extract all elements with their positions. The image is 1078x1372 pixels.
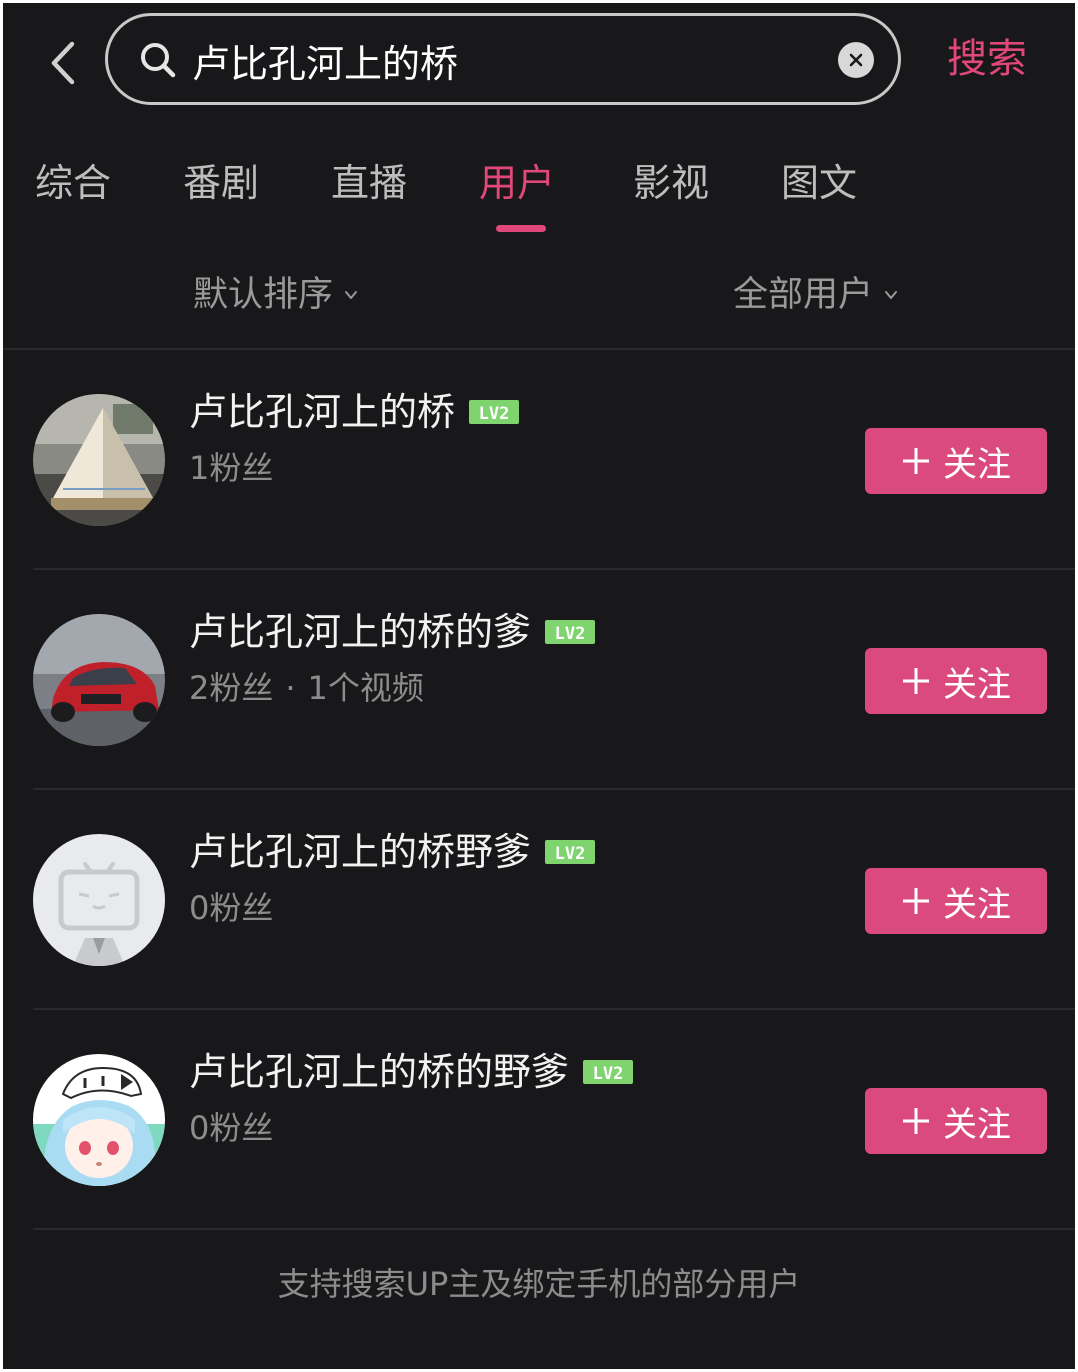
divider bbox=[33, 1228, 1075, 1230]
user-list-item[interactable]: 卢比孔河上的桥的野爹 LV2 0粉丝 关注 bbox=[3, 1010, 1075, 1230]
anime-girl-avatar bbox=[33, 1054, 165, 1186]
user-name[interactable]: 卢比孔河上的桥 LV2 bbox=[189, 386, 520, 438]
chevron-down-icon bbox=[345, 291, 358, 299]
user-name[interactable]: 卢比孔河上的桥的爹 LV2 bbox=[189, 606, 596, 658]
follow-button[interactable]: 关注 bbox=[865, 428, 1047, 494]
avatar[interactable] bbox=[33, 834, 165, 966]
svg-text:LV2: LV2 bbox=[479, 404, 510, 424]
user-list-item[interactable]: 卢比孔河上的桥 LV2 1粉丝 关注 bbox=[3, 350, 1075, 570]
user-name-text: 卢比孔河上的桥的野爹 bbox=[189, 1050, 570, 1094]
search-bar[interactable] bbox=[105, 13, 901, 105]
plus-icon bbox=[903, 1108, 929, 1134]
follow-button-label: 关注 bbox=[943, 664, 1011, 705]
svg-text:LV2: LV2 bbox=[593, 1064, 624, 1084]
avatar[interactable] bbox=[33, 394, 165, 526]
avatar[interactable] bbox=[33, 1054, 165, 1186]
level-badge-icon: LV2 bbox=[469, 400, 520, 424]
search-results-screen: 搜索 综合 番剧 直播 用户 影视 图文 默认排序 全部用户 bbox=[3, 3, 1075, 1369]
user-name[interactable]: 卢比孔河上的桥野爹 LV2 bbox=[189, 826, 596, 878]
tab-articles[interactable]: 图文 bbox=[781, 153, 857, 213]
user-type-dropdown[interactable]: 全部用户 bbox=[733, 265, 899, 325]
tab-users[interactable]: 用户 bbox=[479, 153, 555, 213]
user-name[interactable]: 卢比孔河上的桥的野爹 LV2 bbox=[189, 1046, 634, 1098]
follow-button[interactable]: 关注 bbox=[865, 1088, 1047, 1154]
user-stats: 0粉丝 bbox=[189, 1104, 273, 1152]
fans-count: 1粉丝 bbox=[189, 449, 274, 487]
tab-film-tv[interactable]: 影视 bbox=[633, 153, 709, 213]
user-name-text: 卢比孔河上的桥的爹 bbox=[189, 610, 532, 654]
follow-button-label: 关注 bbox=[943, 884, 1011, 925]
video-count: 1个视频 bbox=[307, 669, 424, 707]
user-name-text: 卢比孔河上的桥 bbox=[189, 390, 456, 434]
tab-bangumi[interactable]: 番剧 bbox=[183, 153, 259, 213]
search-input[interactable] bbox=[192, 30, 812, 90]
plus-icon bbox=[903, 668, 929, 694]
tab-live[interactable]: 直播 bbox=[331, 153, 407, 213]
pyramid-photo-avatar bbox=[33, 394, 165, 526]
user-stats: 0粉丝 bbox=[189, 884, 273, 932]
follow-button[interactable]: 关注 bbox=[865, 648, 1047, 714]
follow-button-label: 关注 bbox=[943, 444, 1011, 485]
search-icon bbox=[141, 43, 176, 78]
sort-dropdown-label: 默认排序 bbox=[193, 275, 334, 315]
close-icon bbox=[849, 53, 863, 67]
level-badge-icon: LV2 bbox=[545, 840, 596, 864]
fans-count: 0粉丝 bbox=[189, 1109, 274, 1147]
chevron-left-icon bbox=[51, 41, 75, 85]
user-list-item[interactable]: 卢比孔河上的桥的爹 LV2 2粉丝 · 1个视频 关注 bbox=[3, 570, 1075, 790]
plus-icon bbox=[903, 448, 929, 474]
user-list-item[interactable]: 卢比孔河上的桥野爹 LV2 0粉丝 关注 bbox=[3, 790, 1075, 1010]
chevron-down-icon bbox=[885, 291, 898, 299]
clear-search-button[interactable] bbox=[838, 42, 874, 78]
search-submit-button[interactable]: 搜索 bbox=[947, 31, 1027, 87]
level-badge-icon: LV2 bbox=[545, 620, 596, 644]
result-type-tabs: 综合 番剧 直播 用户 影视 图文 bbox=[3, 153, 1075, 243]
tab-general[interactable]: 综合 bbox=[35, 153, 111, 213]
fans-count: 2粉丝 bbox=[189, 669, 274, 707]
follow-button-label: 关注 bbox=[943, 1104, 1011, 1145]
follow-button[interactable]: 关注 bbox=[865, 868, 1047, 934]
user-stats: 1粉丝 bbox=[189, 444, 273, 492]
search-hint-text: 支持搜索UP主及绑定手机的部分用户 bbox=[277, 1265, 801, 1303]
default-tv-avatar bbox=[33, 834, 165, 966]
plus-icon bbox=[903, 888, 929, 914]
active-tab-indicator bbox=[496, 225, 546, 232]
avatar[interactable] bbox=[33, 614, 165, 746]
back-button[interactable] bbox=[41, 33, 85, 93]
user-stats: 2粉丝 · 1个视频 bbox=[189, 664, 424, 712]
level-badge-icon: LV2 bbox=[583, 1060, 634, 1084]
separator-dot: · bbox=[285, 669, 296, 707]
sort-dropdown[interactable]: 默认排序 bbox=[193, 265, 359, 325]
user-name-text: 卢比孔河上的桥野爹 bbox=[189, 830, 532, 874]
fans-count: 0粉丝 bbox=[189, 889, 274, 927]
red-car-photo-avatar bbox=[33, 614, 165, 746]
svg-text:LV2: LV2 bbox=[555, 844, 586, 864]
svg-text:LV2: LV2 bbox=[555, 624, 586, 644]
user-type-dropdown-label: 全部用户 bbox=[733, 275, 874, 315]
